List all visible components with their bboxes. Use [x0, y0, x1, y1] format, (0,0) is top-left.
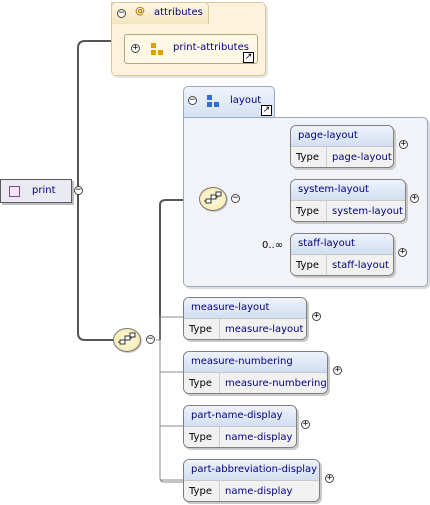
element-part-name-display[interactable]: part-name-display Type name-display — [183, 405, 297, 448]
attribute-group-label: print-attributes — [173, 42, 249, 53]
type-label: Type — [184, 319, 220, 339]
collapse-icon[interactable]: − — [117, 9, 126, 18]
expand-icon[interactable]: + — [410, 194, 419, 203]
element-icon — [9, 186, 20, 197]
element-name: part-name-display — [184, 406, 296, 426]
root-element-label: print — [32, 185, 56, 196]
collapse-icon[interactable]: − — [188, 96, 197, 105]
expand-icon[interactable]: + — [333, 366, 342, 375]
element-name: part-abbreviation-display — [184, 460, 319, 480]
element-name: page-layout — [291, 126, 393, 146]
type-value: staff-layout — [332, 260, 389, 271]
element-name: staff-layout — [291, 234, 393, 254]
at-sign-icon: @ — [135, 6, 145, 17]
type-label: Type — [291, 201, 327, 221]
element-staff-layout[interactable]: staff-layout Type staff-layout — [290, 233, 394, 276]
collapse-icon[interactable]: − — [231, 194, 240, 203]
type-label: Type — [291, 147, 327, 167]
attributes-tab[interactable]: − @ attributes — [111, 2, 209, 24]
expand-icon[interactable]: + — [301, 420, 310, 429]
type-label: Type — [184, 373, 220, 393]
expand-icon[interactable]: + — [131, 44, 140, 53]
expand-icon[interactable]: + — [399, 140, 408, 149]
type-label: Type — [184, 427, 220, 447]
type-value: system-layout — [332, 206, 403, 217]
type-label: Type — [291, 255, 327, 275]
element-measure-layout[interactable]: measure-layout Type measure-layout — [183, 297, 307, 340]
layout-group-tab[interactable]: − layout ↗ — [183, 86, 275, 117]
group-icon — [207, 95, 219, 107]
element-measure-numbering[interactable]: measure-numbering Type measure-numbering — [183, 351, 328, 394]
type-value: measure-numbering — [225, 378, 327, 389]
element-name: measure-numbering — [184, 352, 327, 372]
link-arrow-icon[interactable]: ↗ — [261, 105, 272, 116]
cardinality-label: 0..∞ — [262, 240, 284, 251]
type-value: measure-layout — [225, 324, 304, 335]
element-name: measure-layout — [184, 298, 306, 318]
link-arrow-icon[interactable]: ↗ — [243, 52, 254, 63]
sequence-icon — [113, 328, 141, 352]
expand-icon[interactable]: + — [325, 474, 334, 483]
type-value: name-display — [225, 486, 293, 497]
attributes-label: attributes — [154, 7, 203, 18]
collapse-icon[interactable]: − — [74, 186, 83, 195]
sequence-icon — [199, 187, 227, 211]
type-value: page-layout — [332, 152, 392, 163]
attribute-group-print-attributes[interactable]: + print-attributes ↗ — [124, 34, 258, 64]
element-page-layout[interactable]: page-layout Type page-layout — [290, 125, 394, 168]
attribute-group-icon — [151, 43, 163, 55]
root-element-print[interactable]: print — [0, 179, 72, 203]
layout-group-label: layout — [230, 95, 262, 106]
element-name: system-layout — [291, 180, 405, 200]
element-part-abbreviation-display[interactable]: part-abbreviation-display Type name-displ… — [183, 459, 320, 502]
type-value: name-display — [225, 432, 293, 443]
element-system-layout[interactable]: system-layout Type system-layout — [290, 179, 406, 222]
expand-icon[interactable]: + — [312, 312, 321, 321]
expand-icon[interactable]: + — [398, 248, 407, 257]
type-label: Type — [184, 481, 220, 501]
collapse-icon[interactable]: − — [146, 335, 155, 344]
